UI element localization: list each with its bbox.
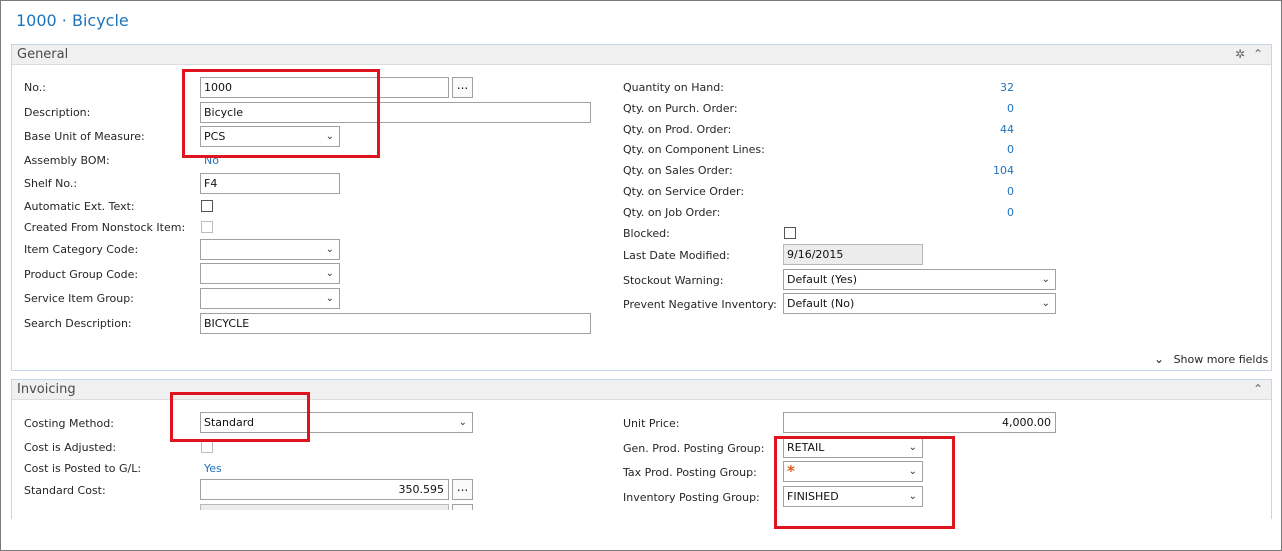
tax-prod-label: Tax Prod. Posting Group: xyxy=(623,466,757,479)
base-uom-label: Base Unit of Measure: xyxy=(24,130,145,143)
qty-on-hand-value[interactable]: 32 xyxy=(974,81,1014,94)
general-header[interactable]: General ✲ ⌃ xyxy=(12,45,1271,65)
no-lookup-button[interactable]: ... xyxy=(452,77,473,98)
shelf-no-field[interactable]: F4 xyxy=(200,173,340,194)
search-description-label: Search Description: xyxy=(24,317,132,330)
qty-service-label: Qty. on Service Order: xyxy=(623,185,745,198)
gen-prod-dropdown[interactable]: RETAIL ⌄ xyxy=(783,437,923,458)
qty-job-value[interactable]: 0 xyxy=(974,206,1014,219)
qty-job-label: Qty. on Job Order: xyxy=(623,206,721,219)
base-uom-dropdown[interactable]: PCS ⌄ xyxy=(200,126,340,147)
costing-method-value: Standard xyxy=(204,416,255,429)
qty-prod-label: Qty. on Prod. Order: xyxy=(623,123,732,136)
gen-prod-label: Gen. Prod. Posting Group: xyxy=(623,442,765,455)
unit-price-label: Unit Price: xyxy=(623,417,680,430)
inventory-posting-dropdown[interactable]: FINISHED ⌄ xyxy=(783,486,923,507)
blocked-label: Blocked: xyxy=(623,227,670,240)
item-category-label: Item Category Code: xyxy=(24,243,139,256)
service-item-group-dropdown[interactable]: ⌄ xyxy=(200,288,340,309)
assembly-bom-label: Assembly BOM: xyxy=(24,154,110,167)
chevron-down-icon: ⌄ xyxy=(325,244,334,255)
cost-posted-link[interactable]: Yes xyxy=(204,462,222,475)
invoicing-title: Invoicing xyxy=(17,382,76,397)
qty-sales-value[interactable]: 104 xyxy=(974,164,1014,177)
qty-component-value[interactable]: 0 xyxy=(974,143,1014,156)
required-star-icon: * xyxy=(787,462,795,480)
no-label: No.: xyxy=(24,81,46,94)
collapse-icon[interactable]: ⌃ xyxy=(1253,47,1263,61)
stockout-value: Default (Yes) xyxy=(787,273,858,286)
costing-method-dropdown[interactable]: Standard ⌄ xyxy=(200,412,473,433)
no-field[interactable]: 1000 xyxy=(200,77,449,98)
chevron-down-icon: ⌄ xyxy=(1154,352,1165,366)
chevron-down-icon: ⌄ xyxy=(908,491,917,502)
show-more-fields-link[interactable]: ⌄ Show more fields xyxy=(1154,352,1268,366)
description-field[interactable]: Bicycle xyxy=(200,102,591,123)
service-item-group-label: Service Item Group: xyxy=(24,292,134,305)
qty-purch-value[interactable]: 0 xyxy=(974,102,1014,115)
chevron-down-icon: ⌄ xyxy=(325,293,334,304)
unit-price-field[interactable]: 4,000.00 xyxy=(783,412,1056,433)
auto-ext-text-label: Automatic Ext. Text: xyxy=(24,200,135,213)
costing-method-label: Costing Method: xyxy=(24,417,114,430)
standard-cost-lookup-button[interactable]: ... xyxy=(452,479,473,500)
tax-prod-dropdown[interactable]: * ⌄ xyxy=(783,461,923,482)
shelf-no-label: Shelf No.: xyxy=(24,177,78,190)
collapse-icon[interactable]: ⌃ xyxy=(1253,382,1263,396)
search-description-field[interactable]: BICYCLE xyxy=(200,313,591,334)
gen-prod-value: RETAIL xyxy=(787,441,825,454)
prevent-negative-value: Default (No) xyxy=(787,297,855,310)
chevron-down-icon: ⌄ xyxy=(458,417,467,428)
inventory-posting-value: FINISHED xyxy=(787,490,839,503)
last-modified-field: 9/16/2015 xyxy=(783,244,923,265)
inventory-posting-label: Inventory Posting Group: xyxy=(623,491,760,504)
product-group-dropdown[interactable]: ⌄ xyxy=(200,263,340,284)
cost-adjusted-label: Cost is Adjusted: xyxy=(24,441,117,454)
chevron-down-icon: ⌄ xyxy=(325,268,334,279)
qty-prod-value[interactable]: 44 xyxy=(974,123,1014,136)
base-uom-value: PCS xyxy=(204,130,226,143)
qty-component-label: Qty. on Component Lines: xyxy=(623,143,765,156)
created-from-nonstock-checkbox xyxy=(201,221,213,233)
chevron-down-icon: ⌄ xyxy=(325,131,334,142)
standard-cost-label: Standard Cost: xyxy=(24,484,106,497)
qty-sales-label: Qty. on Sales Order: xyxy=(623,164,733,177)
stockout-dropdown[interactable]: Default (Yes) ⌄ xyxy=(783,269,1056,290)
chevron-down-icon: ⌄ xyxy=(908,466,917,477)
auto-ext-text-checkbox[interactable] xyxy=(201,200,213,212)
unit-cost-lookup-cutoff xyxy=(452,504,473,510)
general-title: General xyxy=(17,47,69,62)
product-group-label: Product Group Code: xyxy=(24,268,139,281)
item-card-window: 1000 · Bicycle General ✲ ⌃ No.: 1000 ...… xyxy=(0,0,1282,551)
last-modified-label: Last Date Modified: xyxy=(623,249,730,262)
blocked-checkbox[interactable] xyxy=(784,227,796,239)
qty-on-hand-label: Quantity on Hand: xyxy=(623,81,724,94)
unit-cost-row-cutoff xyxy=(200,504,449,510)
show-more-label: Show more fields xyxy=(1173,353,1269,366)
chevron-down-icon: ⌄ xyxy=(1041,274,1050,285)
item-category-dropdown[interactable]: ⌄ xyxy=(200,239,340,260)
prevent-negative-dropdown[interactable]: Default (No) ⌄ xyxy=(783,293,1056,314)
stockout-label: Stockout Warning: xyxy=(623,274,724,287)
settings-icon[interactable]: ✲ xyxy=(1235,47,1245,61)
qty-service-value[interactable]: 0 xyxy=(974,185,1014,198)
page-title: 1000 · Bicycle xyxy=(16,11,129,30)
cost-adjusted-checkbox xyxy=(201,441,213,453)
qty-purch-label: Qty. on Purch. Order: xyxy=(623,102,738,115)
created-from-nonstock-label: Created From Nonstock Item: xyxy=(24,221,186,234)
assembly-bom-link[interactable]: No xyxy=(204,154,219,167)
cost-posted-label: Cost is Posted to G/L: xyxy=(24,462,142,475)
standard-cost-field[interactable]: 350.595 xyxy=(200,479,449,500)
chevron-down-icon: ⌄ xyxy=(908,442,917,453)
description-label: Description: xyxy=(24,106,91,119)
invoicing-header[interactable]: Invoicing ⌃ xyxy=(12,380,1271,400)
prevent-negative-label: Prevent Negative Inventory: xyxy=(623,298,777,311)
chevron-down-icon: ⌄ xyxy=(1041,298,1050,309)
